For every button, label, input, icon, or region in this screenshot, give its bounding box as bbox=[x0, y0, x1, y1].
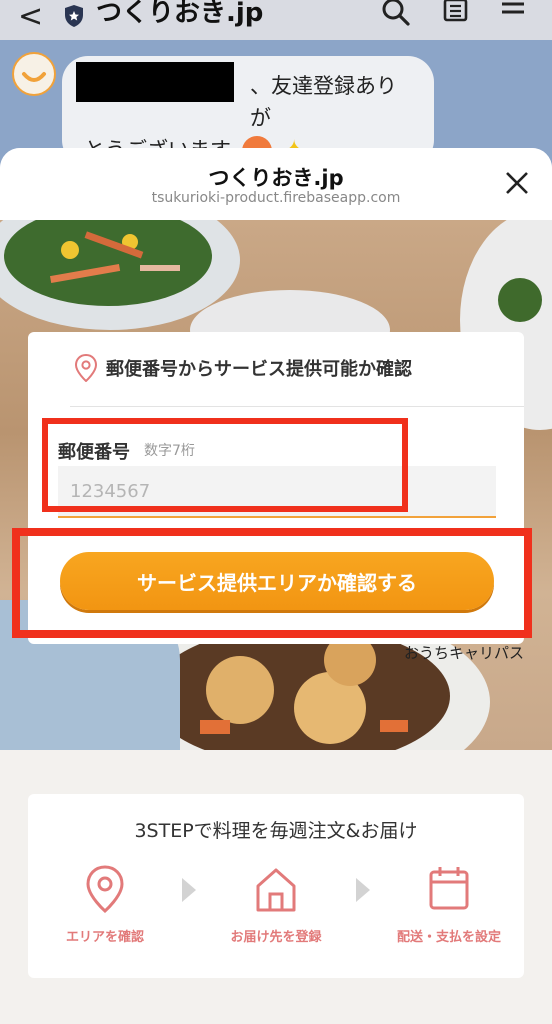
step-register-address: お届け先を登録 bbox=[201, 864, 351, 945]
location-pin-icon bbox=[86, 865, 124, 914]
card-heading-text: 郵便番号からサービス提供可能か確認 bbox=[106, 359, 412, 380]
postal-field-hint: 数字7桁 bbox=[144, 443, 195, 459]
step-label-2: お届け先を登録 bbox=[230, 930, 322, 945]
house-icon bbox=[256, 868, 296, 912]
shield-icon bbox=[65, 5, 83, 27]
sheet-title: つくりおき.jp bbox=[208, 166, 344, 190]
sheet-header: つくりおき.jp tsukurioki-product.firebaseapp.… bbox=[0, 148, 552, 220]
menu-icon[interactable] bbox=[498, 0, 530, 30]
step-area-check: エリアを確認 bbox=[30, 864, 180, 945]
sheet-url: tsukurioki-product.firebaseapp.com bbox=[151, 190, 401, 206]
chat-message-line1: 、友達登録ありが bbox=[250, 74, 397, 130]
location-pin-icon bbox=[74, 354, 98, 382]
check-service-area-button[interactable]: サービス提供エリアか確認する bbox=[60, 552, 494, 610]
image-credit: おうちキャリパス bbox=[403, 644, 524, 662]
step-label-3: 配送・支払を設定 bbox=[396, 930, 501, 945]
card-heading: 郵便番号からサービス提供可能か確認 bbox=[74, 348, 412, 388]
steps-title: 3STEPで料理を毎週注文&お届け bbox=[134, 820, 418, 842]
search-icon[interactable] bbox=[380, 0, 412, 30]
calendar-icon bbox=[429, 867, 469, 910]
notes-icon[interactable] bbox=[440, 0, 472, 30]
smile-logo-icon bbox=[22, 72, 46, 82]
step-arrow-icon bbox=[356, 878, 370, 902]
line-top-bar: < つくりおき.jp bbox=[0, 0, 552, 40]
back-icon[interactable]: < bbox=[18, 2, 43, 32]
line-chat-title: つくりおき.jp bbox=[96, 0, 264, 28]
close-icon[interactable] bbox=[504, 170, 530, 196]
postal-field-label: 郵便番号 bbox=[58, 442, 130, 463]
bot-avatar[interactable] bbox=[12, 52, 56, 96]
card-divider bbox=[70, 406, 524, 407]
postal-code-input[interactable] bbox=[58, 466, 496, 518]
step-label-1: エリアを確認 bbox=[65, 930, 144, 945]
step-arrow-icon bbox=[182, 878, 196, 902]
step-delivery-payment: 配送・支払を設定 bbox=[374, 864, 524, 945]
